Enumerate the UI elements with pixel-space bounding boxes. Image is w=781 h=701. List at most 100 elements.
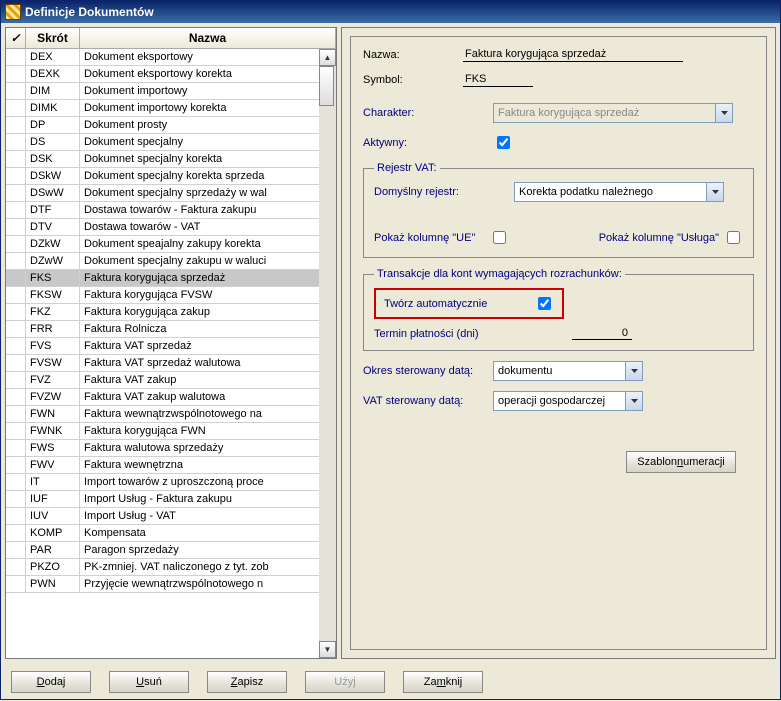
- row-check[interactable]: [6, 253, 26, 270]
- col-check[interactable]: ✓: [6, 28, 26, 48]
- row-check[interactable]: [6, 542, 26, 559]
- row-check[interactable]: [6, 270, 26, 287]
- row-check[interactable]: [6, 134, 26, 151]
- row-check[interactable]: [6, 355, 26, 372]
- chevron-down-icon[interactable]: [625, 392, 642, 410]
- row-check[interactable]: [6, 219, 26, 236]
- table-row[interactable]: ITImport towarów z uproszczoną proce: [6, 474, 336, 491]
- table-row[interactable]: PKZOPK-zmniej. VAT naliczonego z tyt. zo…: [6, 559, 336, 576]
- row-check[interactable]: [6, 491, 26, 508]
- table-row[interactable]: DZkWDokument speajalny zakupy korekta: [6, 236, 336, 253]
- table-row[interactable]: FVZFaktura VAT zakup: [6, 372, 336, 389]
- row-check[interactable]: [6, 83, 26, 100]
- row-check[interactable]: [6, 321, 26, 338]
- vat-ster-combo[interactable]: operacji gospodarczej: [493, 391, 643, 411]
- row-check[interactable]: [6, 304, 26, 321]
- table-row[interactable]: FRRFaktura Rolnicza: [6, 321, 336, 338]
- row-skrot: FVS: [26, 338, 80, 355]
- row-check[interactable]: [6, 236, 26, 253]
- table-row[interactable]: DIMKDokument importowy korekta: [6, 100, 336, 117]
- row-check[interactable]: [6, 168, 26, 185]
- row-check[interactable]: [6, 202, 26, 219]
- usun-button[interactable]: Usuń: [109, 671, 189, 693]
- uzyj-button[interactable]: Użyj: [305, 671, 385, 693]
- row-check[interactable]: [6, 372, 26, 389]
- row-check[interactable]: [6, 457, 26, 474]
- chevron-down-icon[interactable]: [706, 183, 723, 201]
- row-check[interactable]: [6, 151, 26, 168]
- table-row[interactable]: DTFDostawa towarów - Faktura zakupu: [6, 202, 336, 219]
- row-check[interactable]: [6, 576, 26, 593]
- aktywny-checkbox[interactable]: [497, 136, 510, 149]
- table-row[interactable]: PARParagon sprzedaży: [6, 542, 336, 559]
- table-row[interactable]: FVSWFaktura VAT sprzedaż walutowa: [6, 355, 336, 372]
- row-check[interactable]: [6, 559, 26, 576]
- scroll-track[interactable]: [319, 66, 336, 641]
- szablon-numeracji-button[interactable]: Szablon numeracji: [626, 451, 736, 473]
- table-row[interactable]: FVSFaktura VAT sprzedaż: [6, 338, 336, 355]
- row-check[interactable]: [6, 117, 26, 134]
- chevron-down-icon[interactable]: [715, 104, 732, 122]
- zamknij-button[interactable]: Zamknij: [403, 671, 483, 693]
- table-row[interactable]: FWNFaktura wewnątrzwspólnotowego na: [6, 406, 336, 423]
- row-check[interactable]: [6, 100, 26, 117]
- row-skrot: PKZO: [26, 559, 80, 576]
- col-skrot[interactable]: Skrót: [26, 28, 80, 48]
- table-row[interactable]: KOMPKompensata: [6, 525, 336, 542]
- row-skrot: FVZW: [26, 389, 80, 406]
- row-check[interactable]: [6, 338, 26, 355]
- table-row[interactable]: FVZWFaktura VAT zakup walutowa: [6, 389, 336, 406]
- auto-create-checkbox[interactable]: [538, 297, 551, 310]
- termin-value[interactable]: 0: [572, 327, 632, 340]
- col-usluga-checkbox[interactable]: [727, 231, 740, 244]
- charakter-label: Charakter:: [363, 107, 463, 119]
- table-row[interactable]: DEXKDokument eksportowy korekta: [6, 66, 336, 83]
- row-check[interactable]: [6, 440, 26, 457]
- dodaj-button[interactable]: Dodaj: [11, 671, 91, 693]
- button-bar: Dodaj Usuń Zapisz Użyj Zamknij: [1, 663, 780, 701]
- scroll-thumb[interactable]: [319, 66, 334, 106]
- row-check[interactable]: [6, 525, 26, 542]
- row-check[interactable]: [6, 66, 26, 83]
- table-row[interactable]: DSDokument specjalny: [6, 134, 336, 151]
- col-nazwa[interactable]: Nazwa: [80, 28, 336, 48]
- symbol-field[interactable]: [463, 72, 533, 87]
- table-row[interactable]: DIMDokument importowy: [6, 83, 336, 100]
- zapisz-button[interactable]: Zapisz: [207, 671, 287, 693]
- scroll-down-icon[interactable]: ▼: [319, 641, 336, 658]
- table-row[interactable]: IUFImport Usług - Faktura zakupu: [6, 491, 336, 508]
- row-check[interactable]: [6, 49, 26, 66]
- default-register-combo[interactable]: Korekta podatku należnego: [514, 182, 724, 202]
- okres-combo[interactable]: dokumentu: [493, 361, 643, 381]
- row-check[interactable]: [6, 287, 26, 304]
- row-check[interactable]: [6, 406, 26, 423]
- table-row[interactable]: FKZFaktura korygująca zakup: [6, 304, 336, 321]
- row-skrot: DSkW: [26, 168, 80, 185]
- transactions-legend: Transakcje dla kont wymagających rozrach…: [374, 268, 625, 280]
- table-row[interactable]: PWNPrzyjęcie wewnątrzwspólnotowego n: [6, 576, 336, 593]
- table-row[interactable]: FWVFaktura wewnętrzna: [6, 457, 336, 474]
- table-row[interactable]: DEXDokument eksportowy: [6, 49, 336, 66]
- row-check[interactable]: [6, 474, 26, 491]
- nazwa-field[interactable]: [463, 47, 683, 62]
- row-check[interactable]: [6, 423, 26, 440]
- table-row[interactable]: FKSWFaktura korygująca FVSW: [6, 287, 336, 304]
- table-row[interactable]: DSwWDokument specjalny sprzedaży w wal: [6, 185, 336, 202]
- row-check[interactable]: [6, 389, 26, 406]
- table-row[interactable]: FWNKFaktura korygująca FWN: [6, 423, 336, 440]
- table-row[interactable]: DSkWDokument specjalny korekta sprzeda: [6, 168, 336, 185]
- table-row[interactable]: IUVImport Usług - VAT: [6, 508, 336, 525]
- scrollbar[interactable]: ▲ ▼: [319, 49, 336, 658]
- table-row[interactable]: FKSFaktura korygująca sprzedaż: [6, 270, 336, 287]
- row-check[interactable]: [6, 508, 26, 525]
- scroll-up-icon[interactable]: ▲: [319, 49, 336, 66]
- charakter-combo[interactable]: Faktura korygująca sprzedaż: [493, 103, 733, 123]
- table-row[interactable]: DPDokument prosty: [6, 117, 336, 134]
- chevron-down-icon[interactable]: [625, 362, 642, 380]
- col-ue-checkbox[interactable]: [493, 231, 506, 244]
- table-row[interactable]: FWSFaktura walutowa sprzedaży: [6, 440, 336, 457]
- row-check[interactable]: [6, 185, 26, 202]
- table-row[interactable]: DSKDokumnet specjalny korekta: [6, 151, 336, 168]
- table-row[interactable]: DZwWDokument specjalny zakupu w waluci: [6, 253, 336, 270]
- table-row[interactable]: DTVDostawa towarów - VAT: [6, 219, 336, 236]
